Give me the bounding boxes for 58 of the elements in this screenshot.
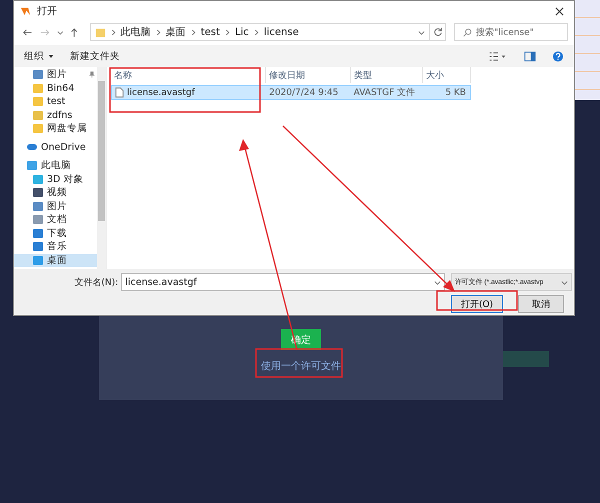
chevron-down-icon[interactable] xyxy=(418,28,426,36)
column-header[interactable]: 修改日期 xyxy=(266,67,351,83)
sidebar-item[interactable]: OneDrive xyxy=(14,140,97,154)
chevron-right-icon xyxy=(190,28,196,36)
breadcrumb-item[interactable]: 此电脑 xyxy=(120,25,151,39)
chevron-right-icon xyxy=(254,28,259,36)
window-title: 打开 xyxy=(37,4,58,18)
column-header[interactable]: 类型 xyxy=(351,67,423,83)
preview-pane-icon[interactable] xyxy=(524,50,536,62)
pin-icon[interactable] xyxy=(88,71,95,78)
address-bar[interactable]: 此电脑 桌面 test Lic license xyxy=(90,23,430,41)
app-icon xyxy=(20,6,31,16)
sidebar-item[interactable]: 网盘专属 xyxy=(14,122,97,136)
sidebar-item[interactable]: Bin64 xyxy=(14,82,97,95)
search-icon xyxy=(463,28,472,36)
breadcrumb-item[interactable]: 桌面 xyxy=(166,25,186,39)
help-icon[interactable] xyxy=(552,50,564,62)
breadcrumb-item[interactable]: test xyxy=(200,26,220,38)
sidebar-item[interactable]: 此电脑 xyxy=(14,159,97,172)
folder-icon xyxy=(94,26,106,38)
toolbar-button[interactable]: 新建文件夹 xyxy=(70,50,120,62)
column-header[interactable]: 名称 xyxy=(111,67,266,83)
chevron-right-icon xyxy=(156,28,161,36)
open-button[interactable]: 打开(O) xyxy=(451,295,503,313)
sidebar-item[interactable]: 文档 xyxy=(14,213,97,226)
column-header[interactable]: 大小 xyxy=(423,67,471,83)
file-icon xyxy=(115,87,124,98)
breadcrumb-item[interactable]: license xyxy=(264,26,299,38)
sidebar-item[interactable]: 下载 xyxy=(14,226,97,240)
chevron-down-icon[interactable] xyxy=(56,28,64,36)
refresh-icon xyxy=(432,27,443,37)
chevron-down-icon[interactable] xyxy=(434,278,441,286)
caret-down-icon[interactable] xyxy=(48,54,54,58)
cancel-button[interactable]: 取消 xyxy=(518,295,564,313)
refresh-button[interactable] xyxy=(429,23,446,41)
filename-label: 文件名(N): xyxy=(73,276,118,288)
view-options-icon[interactable] xyxy=(488,50,508,62)
search-field[interactable]: 搜索"license" xyxy=(454,23,568,41)
computer-icon xyxy=(27,161,37,170)
sidebar-item[interactable]: 视频 xyxy=(14,186,97,200)
sidebar-item[interactable]: 音乐 xyxy=(14,240,97,254)
filename-field[interactable]: license.avastgf xyxy=(121,273,445,291)
breadcrumb-item[interactable]: Lic xyxy=(234,26,249,38)
cloud-icon xyxy=(27,144,37,150)
license-file-link[interactable]: 使用一个许可文件 xyxy=(261,359,341,373)
up-arrow-icon[interactable] xyxy=(69,26,80,38)
chevron-right-icon xyxy=(224,28,230,36)
close-icon[interactable] xyxy=(555,6,564,16)
sidebar-item[interactable]: 桌面 xyxy=(14,254,97,267)
sidebar-item[interactable]: test xyxy=(14,95,97,108)
chevron-down-icon[interactable] xyxy=(561,278,568,286)
chevron-right-icon xyxy=(110,28,116,36)
file-row[interactable]: license.avastgf 2020/7/24 9:45 AVASTGF 文件 5 KB xyxy=(111,85,471,100)
sidebar-item[interactable]: 图片 xyxy=(14,68,97,82)
sidebar-item[interactable]: zdfns xyxy=(14,108,97,122)
sidebar-item[interactable]: 3D 对象 xyxy=(14,172,97,186)
toolbar-button[interactable]: 组织 xyxy=(24,50,54,62)
sidebar-item[interactable]: 图片 xyxy=(14,200,97,213)
